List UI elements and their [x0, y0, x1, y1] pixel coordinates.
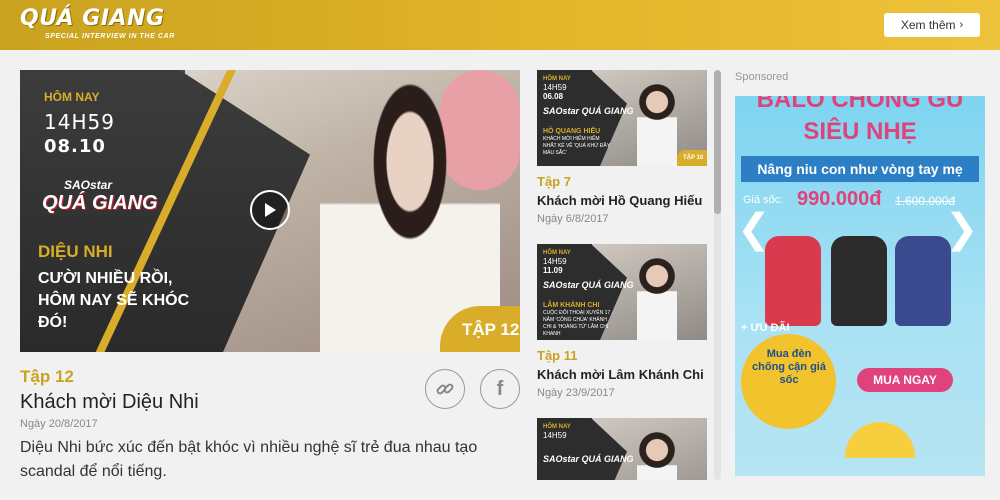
header-bar: QUÁ GIANG SPECIAL INTERVIEW IN THE CAR X…: [0, 0, 1000, 50]
brand-main-text: QUÁ GIANG: [42, 192, 158, 214]
ad-headline-1: BALO CHỐNG GÙ: [756, 96, 964, 113]
episode-thumbnail[interactable]: HÔM NAY 14H59 SAOstar QUÁ GIANG: [537, 418, 707, 480]
episode-number: Tập 11: [537, 348, 578, 363]
link-icon: [436, 383, 454, 395]
logo-text: QUÁ GIANG: [20, 6, 165, 31]
chevron-right-icon: ›: [959, 19, 964, 31]
thumbnail-day: 08.10: [44, 136, 106, 157]
thumbnail-brand-logo: SAOstar QUÁ GIANG: [36, 178, 186, 228]
thumbnail-date-label: HÔM NAY: [44, 90, 100, 104]
scrollbar-thumb[interactable]: [714, 70, 721, 214]
play-icon: [265, 203, 276, 217]
thumbnail-guest-name: DIỆU NHI: [38, 242, 113, 261]
featured-video-thumbnail[interactable]: HÔM NAY 14H59 08.10 SAOstar QUÁ GIANG DI…: [20, 70, 520, 352]
ad-price-label: Giá sốc:: [743, 194, 784, 206]
ad-deal-label: + ƯU ĐÃI: [741, 322, 790, 334]
backpack-red-image: [765, 236, 821, 326]
thumb-date-label: HÔM NAY: [543, 76, 571, 82]
sponsored-ad-banner[interactable]: BALO CHỐNG GÙ SIÊU NHẸ Nâng niu con như …: [735, 96, 985, 476]
see-more-button[interactable]: Xem thêm ›: [884, 13, 980, 37]
episode-thumbnail[interactable]: HÔM NAY 14H59 06.08 SAOstar QUÁ GIANG HỒ…: [537, 70, 707, 166]
thumb-time: 14H59: [543, 257, 567, 266]
featured-episode-number: Tập 12: [20, 367, 74, 386]
episode-title[interactable]: Khách mời Lâm Khánh Chi: [537, 367, 707, 382]
backpack-black-image: [831, 236, 887, 326]
thumbnail-quote: CƯỜI NHIỀU RỒI, HÔM NAY SẼ KHÓC ĐÓ!: [38, 270, 190, 331]
thumb-day: 11.09: [543, 266, 563, 275]
thumb-subtitle: CUỘC ĐỐI THOẠI XUYÊN 17 NĂM 'CÔNG CHÚA' …: [543, 310, 611, 337]
list-item[interactable]: HÔM NAY 14H59 SAOstar QUÁ GIANG: [537, 418, 707, 480]
ad-headline-2: SIÊU NHẸ: [803, 118, 917, 145]
episode-number: Tập 7: [537, 174, 571, 189]
episode-list: HÔM NAY 14H59 06.08 SAOstar QUÁ GIANG HỒ…: [537, 70, 717, 480]
facebook-share-button[interactable]: f: [480, 369, 520, 409]
facebook-icon: f: [496, 377, 504, 400]
thumb-time: 14H59: [543, 431, 567, 440]
thumb-date-label: HÔM NAY: [543, 424, 571, 430]
featured-episode-description: Diệu Nhi bức xúc đến bật khóc vì nhiều n…: [20, 439, 478, 480]
thumb-guest: LÂM KHÁNH CHI: [543, 302, 600, 309]
sponsored-label: Sponsored: [735, 71, 789, 83]
thumb-subtitle: KHÁCH MỜI HIẾM HIẾM NHẤT KỂ VỀ 'QUÁ KHỨ …: [543, 136, 611, 156]
episode-thumbnail[interactable]: HÔM NAY 14H59 11.09 SAOstar QUÁ GIANG LÂ…: [537, 244, 707, 340]
copy-link-button[interactable]: [425, 369, 465, 409]
buy-now-button[interactable]: MUA NGAY: [857, 368, 953, 392]
play-button[interactable]: [250, 190, 290, 230]
thumb-guest: HỒ QUANG HIẾU: [543, 128, 601, 135]
episode-title[interactable]: Khách mời Hồ Quang Hiếu: [537, 193, 707, 208]
thumb-time: 14H59: [543, 83, 567, 92]
list-item[interactable]: HÔM NAY 14H59 06.08 SAOstar QUÁ GIANG HỒ…: [537, 70, 707, 225]
thumb-day: 06.08: [543, 92, 564, 101]
thumb-date-label: HÔM NAY: [543, 250, 571, 256]
ad-price: 990.000đ: [797, 188, 882, 210]
thumb-badge: TẬP 10: [677, 150, 707, 166]
logo-tagline: SPECIAL INTERVIEW IN THE CAR: [45, 33, 175, 40]
brand-top-text: SAOstar: [64, 178, 113, 192]
thumb-guest-photo: [637, 432, 677, 480]
see-more-label: Xem thêm: [900, 18, 956, 32]
thumb-brand: SAOstar QUÁ GIANG: [543, 280, 634, 290]
episode-date: Ngày 23/9/2017: [537, 387, 615, 399]
umbrella-image: [845, 422, 915, 458]
backpack-blue-image: [895, 236, 951, 326]
thumbnail-time: 14H59: [44, 110, 115, 134]
thumb-guest-photo: [637, 84, 677, 166]
featured-episode-date: Ngày 20/8/2017: [20, 418, 98, 430]
episode-date: Ngày 6/8/2017: [537, 213, 609, 225]
featured-episode-title[interactable]: Khách mời Diệu Nhi: [20, 391, 199, 414]
thumb-brand: SAOstar QUÁ GIANG: [543, 106, 634, 116]
thumb-brand: SAOstar QUÁ GIANG: [543, 454, 634, 464]
ad-tagline: Nâng niu con như vòng tay mẹ: [741, 156, 979, 182]
list-item[interactable]: HÔM NAY 14H59 11.09 SAOstar QUÁ GIANG LÂ…: [537, 244, 707, 399]
thumb-guest-photo: [637, 258, 677, 340]
ad-lamp-text: Mua đèn chống cận giá sốc: [752, 348, 826, 386]
site-logo[interactable]: QUÁ GIANG SPECIAL INTERVIEW IN THE CAR: [20, 6, 185, 44]
